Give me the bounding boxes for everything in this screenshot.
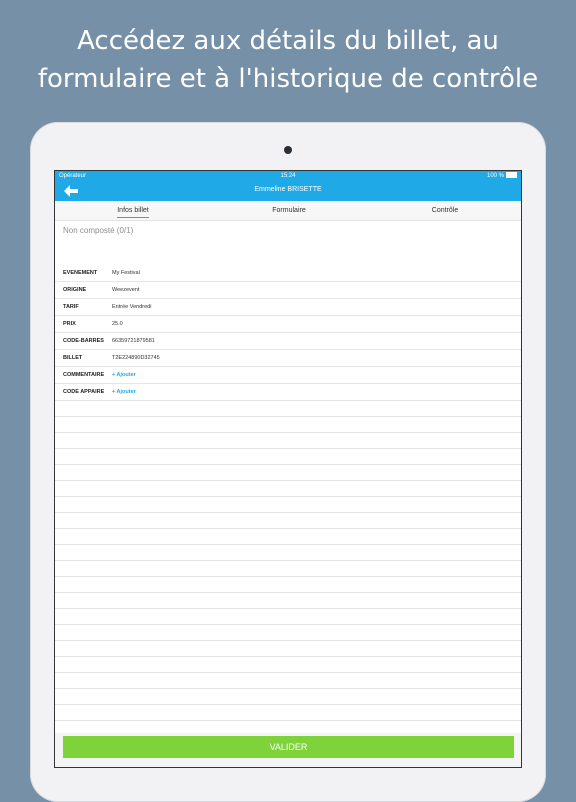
detail-label: TARIF	[63, 304, 79, 310]
footer-bar: VALIDER	[55, 733, 521, 767]
add-paired-code-link[interactable]: + Ajouter	[112, 384, 136, 400]
app-screen: Opérateur 15:24 100 % Emmeline BRISETTE …	[54, 170, 522, 768]
detail-label: EVENEMENT	[63, 270, 98, 276]
detail-label: COMMENTAIRE	[63, 372, 105, 378]
empty-row	[55, 529, 521, 545]
tab-controle[interactable]: Contrôle	[367, 201, 521, 220]
battery-percent: 100 %	[486, 173, 504, 179]
tab-bar: Infos billet Formulaire Contrôle	[55, 201, 521, 221]
detail-row-origine: ORIGINE Weezevent	[55, 282, 521, 299]
detail-row-code-barres: CODE-BARRES 66359721879581	[55, 333, 521, 350]
empty-row	[55, 673, 521, 689]
detail-value: Weezevent	[112, 287, 140, 293]
empty-row	[55, 609, 521, 625]
headline-line-2: formulaire et à l'historique de contrôle	[37, 64, 539, 94]
detail-label: ORIGINE	[63, 287, 87, 293]
status-bar: Opérateur 15:24 100 %	[55, 171, 521, 182]
empty-row	[55, 465, 521, 481]
tab-label: Infos billet	[117, 207, 149, 214]
detail-row-tarif: TARIF Entrée Vendredi	[55, 299, 521, 316]
tab-active-indicator	[117, 217, 149, 218]
battery-icon	[506, 172, 517, 179]
promo-headline: Accédez aux détails du billet, au formul…	[0, 22, 576, 98]
empty-row	[55, 481, 521, 497]
detail-row-commentaire: COMMENTAIRE + Ajouter	[55, 367, 521, 384]
tab-formulaire[interactable]: Formulaire	[211, 201, 367, 220]
detail-row-evenement: EVENEMENT My Festival	[55, 265, 521, 282]
empty-row	[55, 577, 521, 593]
detail-value: 66359721879581	[112, 338, 155, 344]
empty-row	[55, 561, 521, 577]
camera-icon	[284, 146, 292, 154]
nav-bar: Emmeline BRISETTE	[55, 182, 521, 201]
valider-button[interactable]: VALIDER	[63, 736, 514, 758]
detail-label: CODE-BARRES	[63, 338, 104, 344]
empty-rows	[55, 401, 521, 753]
add-comment-link[interactable]: + Ajouter	[112, 367, 136, 383]
empty-row	[55, 449, 521, 465]
empty-row	[55, 625, 521, 641]
battery-status: 100 %	[487, 171, 517, 182]
detail-value: My Festival	[112, 270, 140, 276]
detail-row-prix: PRIX 25.0	[55, 316, 521, 333]
empty-row	[55, 513, 521, 529]
detail-label: CODE APPAIRE	[63, 389, 105, 395]
tab-label: Formulaire	[272, 207, 306, 214]
composed-status: Non composté (0/1)	[63, 226, 134, 235]
tab-label: Contrôle	[431, 207, 459, 214]
detail-value: Entrée Vendredi	[112, 304, 152, 310]
detail-label: PRIX	[63, 321, 76, 327]
empty-row	[55, 705, 521, 721]
empty-row	[55, 641, 521, 657]
empty-row	[55, 401, 521, 417]
empty-row	[55, 417, 521, 433]
nav-title: Emmeline BRISETTE	[254, 186, 322, 193]
empty-row	[55, 497, 521, 513]
headline-line-1: Accédez aux détails du billet, au	[77, 26, 499, 56]
ticket-details-list: EVENEMENT My Festival ORIGINE Weezevent …	[55, 265, 521, 753]
empty-row	[55, 593, 521, 609]
detail-label: BILLET	[63, 355, 83, 361]
empty-row	[55, 657, 521, 673]
tab-infos-billet[interactable]: Infos billet	[55, 201, 211, 220]
status-time: 15:24	[280, 173, 296, 179]
empty-row	[55, 433, 521, 449]
detail-row-billet: BILLET T2E224890D32745	[55, 350, 521, 367]
empty-row	[55, 689, 521, 705]
detail-value: T2E224890D32745	[112, 355, 160, 361]
detail-row-code-appaire: CODE APPAIRE + Ajouter	[55, 384, 521, 401]
empty-row	[55, 545, 521, 561]
detail-value: 25.0	[112, 321, 123, 327]
